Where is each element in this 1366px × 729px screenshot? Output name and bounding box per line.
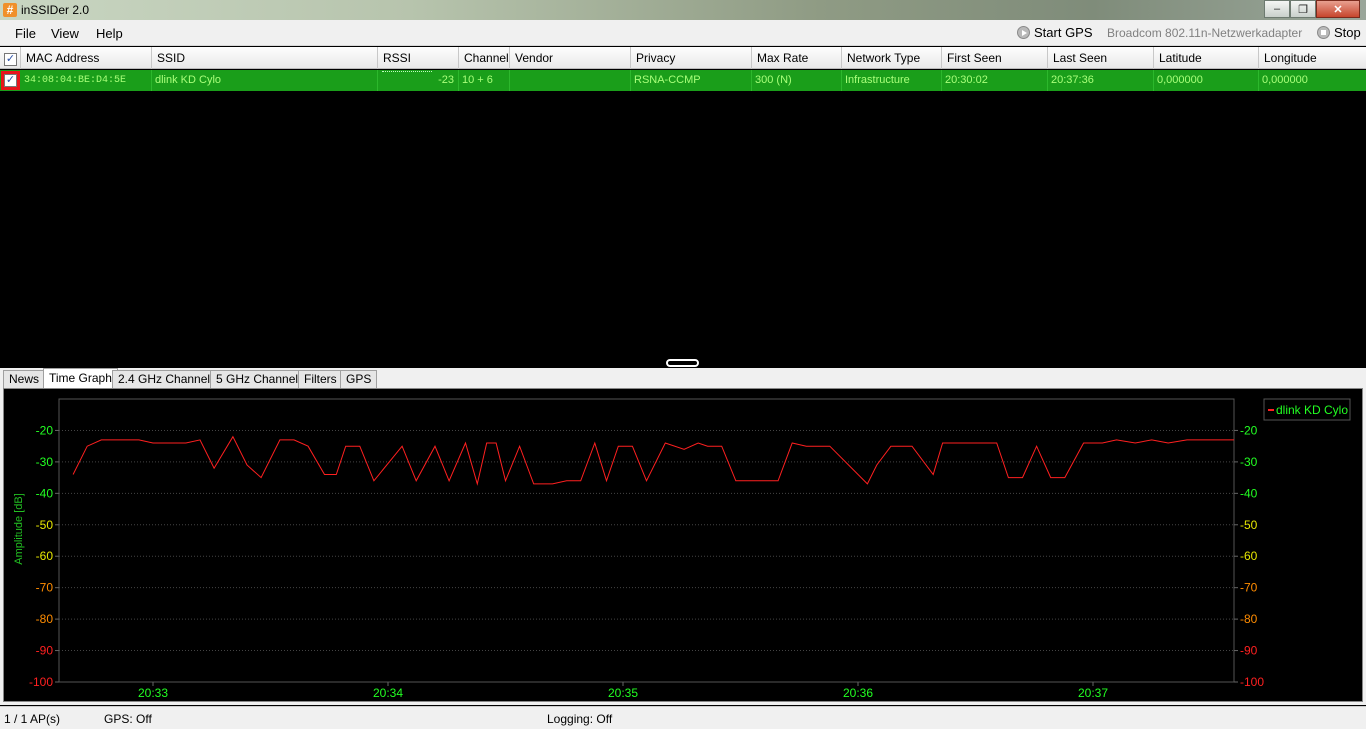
y-tick-label-right: -60 — [1240, 549, 1258, 563]
y-tick-label-right: -40 — [1240, 486, 1258, 500]
stop-label: Stop — [1334, 25, 1361, 40]
cell-rssi: -23 — [378, 70, 459, 91]
y-tick-label-left: -40 — [36, 486, 54, 500]
y-tick-label-left: -70 — [36, 581, 54, 595]
y-tick-label-right: -50 — [1240, 518, 1258, 532]
x-tick-label: 20:35 — [608, 686, 638, 700]
cell-latitude: 0,000000 — [1154, 70, 1259, 91]
cell-first-seen: 20:30:02 — [942, 70, 1048, 91]
status-gps: GPS: Off — [104, 712, 152, 726]
series-line-dlink-kd-cylo — [72, 435, 1234, 486]
time-graph-chart: -20 -30 -40 -50 -60 -70 -80 -90 -100 -20 -30 -40 -5… — [13, 398, 1351, 700]
cell-ssid: dlink KD Cylo — [152, 70, 378, 91]
cell-vendor — [510, 70, 631, 91]
tab-gps[interactable]: GPS — [340, 370, 378, 388]
close-button[interactable]: ✕ — [1316, 0, 1360, 18]
panel-splitter-handle[interactable] — [666, 359, 699, 367]
cell-channel: 10 + 6 — [459, 70, 510, 91]
column-network-type[interactable]: Network Type — [842, 47, 942, 69]
column-rssi[interactable]: RSSI — [378, 47, 459, 69]
select-all-cell[interactable]: ✓ — [0, 47, 21, 69]
window-title: inSSIDer 2.0 — [21, 3, 90, 17]
restore-button[interactable]: ❐ — [1290, 0, 1316, 18]
stop-button[interactable]: Stop — [1317, 25, 1361, 40]
stop-icon — [1317, 26, 1330, 39]
menu-help[interactable]: Help — [96, 26, 123, 41]
network-list-empty-area — [0, 92, 1366, 358]
cell-longitude: 0,000000 — [1262, 74, 1308, 86]
x-tick-label: 20:36 — [843, 686, 873, 700]
tab-5-ghz-channels[interactable]: 5 GHz Channels — [210, 370, 311, 388]
x-tick-label: 20:37 — [1078, 686, 1108, 700]
y-tick-label-right: -70 — [1240, 581, 1258, 595]
menu-bar: File View Help Start GPS Broadcom 802.11… — [0, 20, 1366, 46]
cell-privacy: RSNA-CCMP — [631, 70, 752, 91]
tab-filters[interactable]: Filters — [298, 370, 343, 388]
column-mac-address[interactable]: MAC Address — [21, 47, 152, 69]
y-tick-label-right: -90 — [1240, 644, 1258, 658]
title-bar: # inSSIDer 2.0 – ❐ ✕ — [0, 0, 1366, 20]
column-ssid[interactable]: SSID — [152, 47, 378, 69]
cell-max-rate: 300 (N) — [752, 70, 842, 91]
tab-time-graph[interactable]: Time Graph — [43, 368, 118, 388]
legend-label: dlink KD Cylo — [1276, 403, 1348, 417]
y-tick-label-left: -50 — [36, 518, 54, 532]
y-tick-label-right: -80 — [1240, 612, 1258, 626]
cell-last-seen: 20:37:36 — [1048, 70, 1154, 91]
column-latitude[interactable]: Latitude — [1154, 47, 1259, 69]
start-gps-button[interactable]: Start GPS — [1017, 25, 1093, 40]
network-table-header: ✓ MAC Address SSID RSSI Channel Vendor P… — [0, 47, 1366, 69]
status-ap-count: 1 / 1 AP(s) — [4, 712, 61, 726]
status-logging: Logging: Off — [547, 712, 613, 726]
cell-mac: 34:08:04:BE:D4:5E — [21, 70, 152, 91]
y-tick-label-right: -100 — [1240, 675, 1264, 689]
status-bar: 1 / 1 AP(s) GPS: Off Logging: Off — [0, 706, 1366, 729]
chart-legend: dlink KD Cylo — [1263, 398, 1351, 421]
y-tick-label-left: -20 — [36, 423, 54, 437]
adapter-select[interactable]: Broadcom 802.11n-Netzwerkadapter — [1107, 26, 1302, 40]
tab-news[interactable]: News — [3, 370, 46, 388]
y-tick-label-left: -80 — [36, 612, 54, 626]
column-last-seen[interactable]: Last Seen — [1048, 47, 1154, 69]
column-longitude[interactable]: Longitude — [1259, 47, 1366, 69]
menu-file[interactable]: File — [15, 26, 36, 41]
play-icon — [1017, 26, 1030, 39]
row-checkbox[interactable]: ✓ — [4, 74, 17, 87]
menu-view[interactable]: View — [51, 26, 79, 41]
tab-strip: News Time Graph 2.4 GHz Channels 5 GHz C… — [0, 368, 1366, 388]
column-channel[interactable]: Channel — [459, 47, 510, 69]
x-tick-label: 20:34 — [373, 686, 403, 700]
y-tick-label-left: -30 — [36, 455, 54, 469]
column-max-rate[interactable]: Max Rate — [752, 47, 842, 69]
column-privacy[interactable]: Privacy — [631, 47, 752, 69]
y-tick-label-right: -20 — [1240, 423, 1258, 437]
cell-rssi-value: -23 — [438, 74, 454, 86]
legend-swatch — [1268, 409, 1274, 411]
app-icon: # — [3, 3, 17, 17]
minimize-button[interactable]: – — [1264, 0, 1290, 18]
y-tick-label-left: -60 — [36, 549, 54, 563]
rssi-sparkline — [382, 71, 432, 75]
y-tick-label-left: -100 — [29, 675, 53, 689]
y-tick-label-left: -90 — [36, 644, 54, 658]
time-graph: -20 -30 -40 -50 -60 -70 -80 -90 -100 -20 -30 -40 -5… — [3, 388, 1363, 702]
column-vendor[interactable]: Vendor — [510, 47, 631, 69]
table-row[interactable]: ✓ 34:08:04:BE:D4:5E dlink KD Cylo -23 10… — [0, 70, 1366, 91]
time-graph-panel: -20 -30 -40 -50 -60 -70 -80 -90 -100 -20 -30 -40 -5… — [0, 388, 1366, 705]
y-tick-label-right: -30 — [1240, 455, 1258, 469]
window-controls: – ❐ ✕ — [1264, 0, 1360, 18]
select-all-checkbox[interactable]: ✓ — [4, 53, 17, 66]
row-checkbox-cell[interactable]: ✓ — [1, 71, 20, 90]
start-gps-label: Start GPS — [1034, 25, 1093, 40]
cell-network-type: Infrastructure — [842, 70, 942, 91]
y-axis-label: Amplitude [dB] — [13, 493, 25, 565]
tab-2-4-ghz-channels[interactable]: 2.4 GHz Channels — [112, 370, 223, 388]
x-tick-label: 20:33 — [138, 686, 168, 700]
column-first-seen[interactable]: First Seen — [942, 47, 1048, 69]
